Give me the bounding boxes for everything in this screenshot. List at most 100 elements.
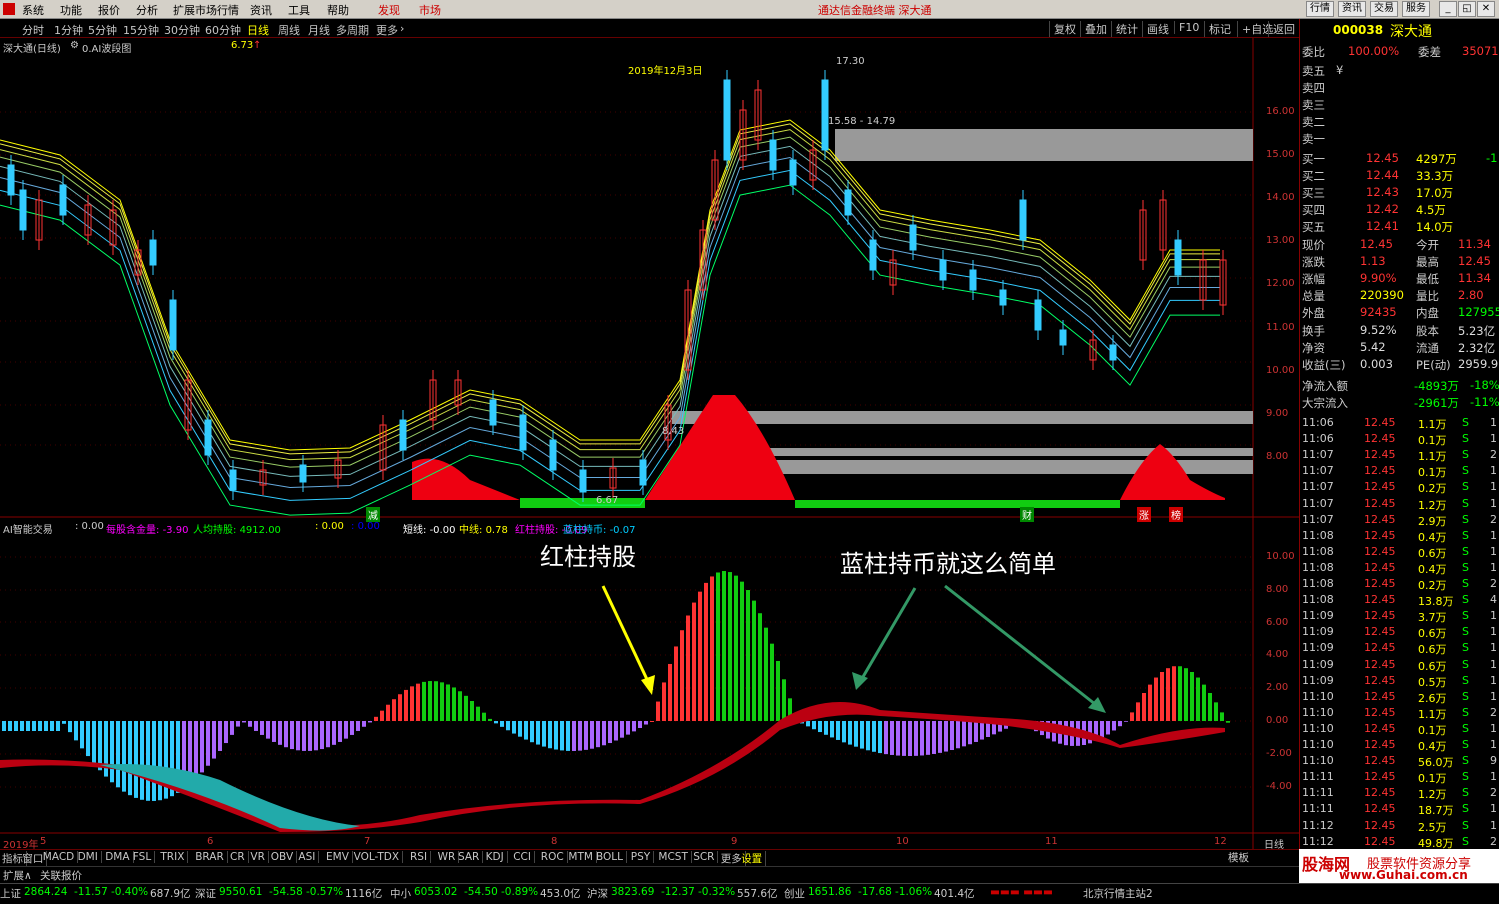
period-9[interactable]: 多周期 xyxy=(336,22,369,38)
indicator-tab-26[interactable]: 设置 xyxy=(741,851,767,866)
tick-row: 11:08 12.45 0.4万 S 1 xyxy=(1302,528,1497,544)
period-0[interactable]: 分时 xyxy=(22,22,44,38)
menu-item-6[interactable]: 工具 xyxy=(288,2,310,18)
close-icon[interactable]: ✕ xyxy=(1477,1,1495,17)
indicator-tab-19[interactable]: ROC xyxy=(541,851,568,863)
macd-bar xyxy=(398,694,402,721)
menu-item-2[interactable]: 报价 xyxy=(98,2,120,18)
indicator-tab-22[interactable]: PSY xyxy=(631,851,655,863)
indicator-tab-6[interactable]: TRIX xyxy=(160,851,189,863)
candle xyxy=(7,164,15,196)
template-tab[interactable]: 模板 xyxy=(1228,850,1249,865)
indicator-tab-4[interactable]: DMA xyxy=(105,851,134,863)
indicator-tab-10[interactable]: OBV xyxy=(271,851,298,863)
toolbar-3[interactable]: 画线 xyxy=(1142,21,1169,37)
macd-bar xyxy=(422,681,426,721)
macd-bar xyxy=(308,721,312,751)
related-quote-tab[interactable]: 关联报价 xyxy=(40,868,82,883)
period-10[interactable]: 更多 xyxy=(376,22,398,38)
candle xyxy=(204,419,212,456)
period-8[interactable]: 月线 xyxy=(308,22,330,38)
macd-bar xyxy=(1178,666,1182,721)
period-7[interactable]: 周线 xyxy=(278,22,300,38)
toolbar-7[interactable]: 返回 xyxy=(1268,21,1295,37)
index-name-3[interactable]: 沪深 xyxy=(587,886,608,901)
buy-level-2: 买三 12.43 17.0万 xyxy=(1302,185,1454,200)
signal-caifu: 财 xyxy=(1020,507,1034,522)
macd-bar xyxy=(884,721,888,755)
sub-axis-tick: -4.00 xyxy=(1266,780,1292,792)
more-chevron-icon[interactable]: › xyxy=(400,22,404,35)
macd-bar xyxy=(2,721,6,731)
period-6[interactable]: 日线 xyxy=(247,22,269,38)
menu-find[interactable]: 发现 xyxy=(378,2,400,18)
top-button-3[interactable]: 服务 xyxy=(1402,1,1430,17)
toolbar-4[interactable]: F10 xyxy=(1174,21,1199,34)
buy-level-0: 买一 12.45 4297万 -1 xyxy=(1302,151,1498,166)
settings-gear-icon[interactable]: ⚙ xyxy=(70,40,79,51)
macd-bar xyxy=(20,721,24,731)
indicator-tab-8[interactable]: CR xyxy=(230,851,249,863)
index-name-0[interactable]: 上证 xyxy=(0,886,21,901)
top-button-0[interactable]: 行情 xyxy=(1306,1,1334,17)
period-1[interactable]: 1分钟 xyxy=(54,22,83,38)
menu-item-5[interactable]: 资讯 xyxy=(250,2,272,18)
indicator-tab-21[interactable]: BOLL xyxy=(596,851,627,863)
green-zone xyxy=(795,500,1120,508)
macd-bar xyxy=(728,572,732,721)
index-name-4[interactable]: 创业 xyxy=(784,886,805,901)
sub-chart-name[interactable]: AI智能交易 xyxy=(3,521,53,536)
indicator-tab-13[interactable]: VOL-TDX xyxy=(354,851,404,863)
main-indicator-name[interactable]: 0.AI波段图 xyxy=(82,40,131,55)
tick-row: 11:09 12.45 0.6万 S 1 xyxy=(1302,625,1497,641)
indicator-tab-15[interactable]: WR xyxy=(438,851,460,863)
macd-bar xyxy=(872,721,876,752)
menu-item-1[interactable]: 功能 xyxy=(60,2,82,18)
period-3[interactable]: 15分钟 xyxy=(123,22,159,38)
period-4[interactable]: 30分钟 xyxy=(164,22,200,38)
toolbar-2[interactable]: 统计 xyxy=(1111,21,1138,37)
indicator-tab-11[interactable]: ASI xyxy=(298,851,320,863)
indicator-tab-3[interactable]: DMI xyxy=(78,851,102,863)
indicator-tab-17[interactable]: KDJ xyxy=(486,851,508,863)
macd-bar xyxy=(92,721,96,764)
period-2[interactable]: 5分钟 xyxy=(88,22,117,38)
indicator-tab-12[interactable]: EMV xyxy=(326,851,353,863)
indicator-tab-7[interactable]: BRAR xyxy=(195,851,228,863)
restore-icon[interactable]: ◱ xyxy=(1458,1,1476,17)
macd-bar xyxy=(44,721,48,731)
macd-bar xyxy=(956,721,960,749)
indicator-tab-18[interactable]: CCI xyxy=(513,851,535,863)
menu-item-0[interactable]: 系统 xyxy=(22,2,44,18)
indicator-tab-24[interactable]: SCR xyxy=(693,851,719,863)
indicator-tab-16[interactable]: SAR xyxy=(458,851,484,863)
arrow-green xyxy=(944,584,1101,710)
top-button-2[interactable]: 交易 xyxy=(1370,1,1398,17)
candle xyxy=(821,79,829,151)
server-name[interactable]: 北京行情主站2 xyxy=(1083,886,1153,901)
index-name-1[interactable]: 深证 xyxy=(195,886,216,901)
macd-bar xyxy=(152,721,156,801)
minimize-icon[interactable]: _ xyxy=(1439,1,1457,17)
indicator-tab-23[interactable]: MCST xyxy=(658,851,692,863)
menu-market[interactable]: 市场 xyxy=(419,2,441,18)
toolbar-0[interactable]: 复权 xyxy=(1049,21,1076,37)
price-tick: 14.00 xyxy=(1266,192,1295,204)
toolbar-1[interactable]: 叠加 xyxy=(1080,21,1107,37)
macd-bar xyxy=(404,689,408,721)
indicator-tab-2[interactable]: MACD xyxy=(43,851,79,863)
macd-bar xyxy=(842,721,846,743)
indicator-tab-20[interactable]: MTM xyxy=(568,851,597,863)
period-5[interactable]: 60分钟 xyxy=(205,22,241,38)
index-name-2[interactable]: 中小 xyxy=(390,886,411,901)
toolbar-5[interactable]: 标记 xyxy=(1204,21,1231,37)
menu-item-3[interactable]: 分析 xyxy=(136,2,158,18)
top-button-1[interactable]: 资讯 xyxy=(1338,1,1366,17)
indicator-tab-9[interactable]: VR xyxy=(250,851,269,863)
indicator-tab-5[interactable]: FSL xyxy=(133,851,156,863)
expand-tab[interactable]: 扩展∧ xyxy=(3,868,32,883)
menu-item-4[interactable]: 扩展市场行情 xyxy=(173,2,239,18)
indicator-tab-14[interactable]: RSI xyxy=(410,851,432,863)
chart-area[interactable] xyxy=(0,38,1299,849)
menu-item-7[interactable]: 帮助 xyxy=(327,2,349,18)
